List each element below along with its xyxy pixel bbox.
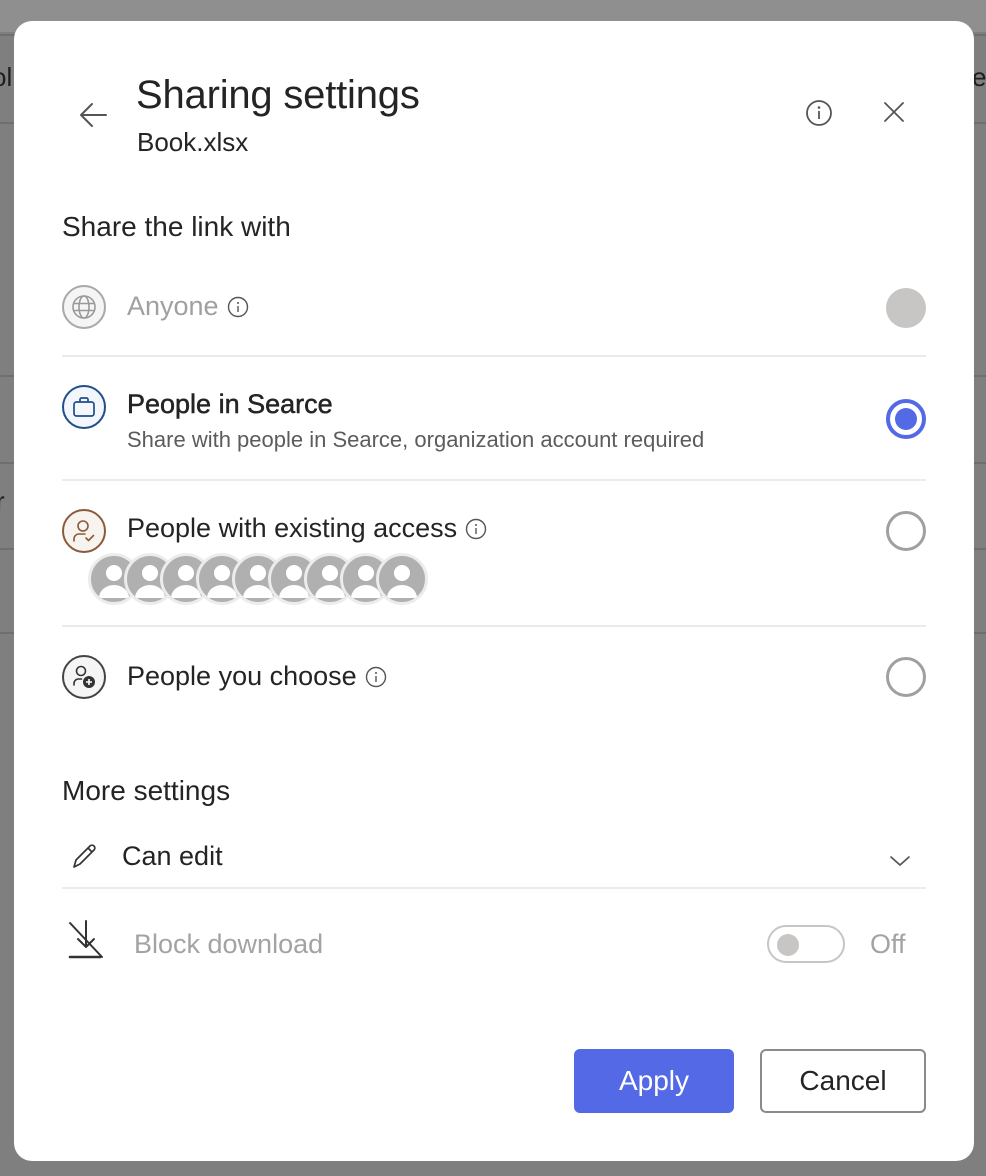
divider (62, 355, 926, 357)
chevron-down-icon (890, 856, 910, 866)
permission-value: Can edit (122, 841, 223, 871)
person-check-icon (73, 520, 95, 542)
option-people-in-organization[interactable]: People in Searce Share with people in Se… (62, 385, 926, 465)
option-people-you-choose[interactable]: People you choose (62, 655, 926, 703)
apply-button[interactable]: Apply (574, 1049, 734, 1113)
radio-people-with-existing-access[interactable] (886, 511, 926, 551)
person-placeholder-icon (387, 565, 417, 598)
background-text-fragment: e (972, 62, 986, 92)
arrow-left-icon (80, 103, 107, 127)
close-icon (884, 102, 904, 122)
globe-icon-wrapper (62, 285, 106, 329)
pencil-icon (73, 844, 96, 868)
person-check-icon-wrapper (62, 509, 106, 553)
briefcase-icon-wrapper (62, 385, 106, 429)
avatar (376, 553, 428, 605)
back-button[interactable] (78, 99, 110, 131)
info-icon[interactable] (365, 666, 387, 688)
toggle-state-label: Off (870, 929, 906, 959)
option-description: Share with people in Searce, organizatio… (127, 427, 705, 452)
more-settings-title: More settings (62, 775, 231, 806)
close-button[interactable] (879, 97, 909, 127)
block-download-label: Block download (134, 929, 324, 959)
option-label: Anyone (127, 291, 219, 321)
divider (62, 887, 926, 889)
toggle-knob (777, 934, 799, 956)
option-anyone: Anyone (62, 285, 926, 333)
permission-dropdown[interactable]: Can edit (62, 835, 926, 891)
share-section-title: Share the link with (62, 211, 291, 242)
download-blocked-icon (68, 920, 103, 959)
info-icon[interactable] (465, 518, 487, 540)
option-label: People you choose (127, 661, 357, 691)
avatar-stack (88, 553, 448, 607)
cancel-button[interactable]: Cancel (760, 1049, 926, 1113)
sharing-settings-dialog: Sharing settings Book.xlsx Share the lin… (14, 21, 974, 1161)
divider (62, 479, 926, 481)
info-icon[interactable] (227, 296, 249, 318)
person-add-icon-wrapper (62, 655, 106, 699)
globe-icon (72, 295, 96, 319)
divider (62, 625, 926, 627)
option-label: People in Searce (127, 389, 333, 420)
file-name: Book.xlsx (137, 127, 249, 157)
info-icon (806, 100, 832, 126)
background-text-fragment: ol (0, 62, 13, 92)
radio-people-in-organization[interactable] (886, 399, 926, 439)
background-text-fragment: r (0, 486, 5, 516)
info-button[interactable] (804, 98, 834, 128)
radio-selected-dot (895, 408, 917, 430)
option-label: People with existing access (127, 513, 458, 543)
briefcase-icon (73, 397, 95, 417)
dialog-title: Sharing settings (136, 73, 420, 117)
block-download-setting: Block download Off (62, 917, 926, 977)
radio-anyone (886, 288, 926, 328)
block-download-toggle[interactable] (767, 925, 845, 963)
person-add-icon (73, 665, 95, 688)
radio-people-you-choose[interactable] (886, 657, 926, 697)
